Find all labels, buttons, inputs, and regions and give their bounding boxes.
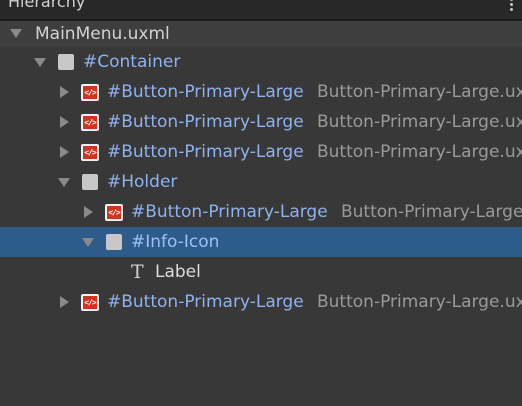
uxml-template-icon: </>: [81, 84, 99, 101]
tree-item-type: Button-Primary-Large.uxml: [317, 142, 522, 162]
visual-element-icon: [82, 174, 98, 190]
visual-element-icon: [106, 234, 122, 250]
uxml-template-icon: </>: [105, 204, 123, 221]
tree-row-button-2[interactable]: </> #Button-Primary-Large Button-Primary…: [0, 107, 522, 137]
foldout-arrow-icon[interactable]: [82, 197, 94, 227]
tree-item-label: MainMenu.uxml: [35, 24, 170, 44]
foldout-arrow-icon[interactable]: [34, 47, 46, 77]
tree-item-label: #Button-Primary-Large: [107, 292, 304, 312]
tree-item-label: #Holder: [107, 172, 178, 192]
uxml-template-icon: </>: [81, 294, 99, 311]
tree-row-info-icon[interactable]: #Info-Icon: [0, 227, 522, 257]
foldout-arrow-icon[interactable]: [58, 137, 70, 167]
tree-item-label: #Button-Primary-Large: [107, 112, 304, 132]
tree-row-button-5[interactable]: </> #Button-Primary-Large Button-Primary…: [0, 287, 522, 317]
tree-row-label[interactable]: T Label: [0, 257, 522, 287]
panel-header: Hierarchy: [0, 0, 522, 19]
hierarchy-tree: MainMenu.uxml #Container </> #Button-Pri…: [0, 21, 522, 317]
foldout-arrow-icon[interactable]: [82, 227, 94, 257]
tree-item-type: Button-Primary-Large.uxml: [317, 292, 522, 312]
tree-item-label: #Button-Primary-Large: [107, 142, 304, 162]
tree-item-type: Button-Primary-Large.uxml: [341, 202, 522, 222]
panel-title: Hierarchy: [8, 0, 86, 11]
visual-element-icon: [58, 54, 74, 70]
tree-row-button-1[interactable]: </> #Button-Primary-Large Button-Primary…: [0, 77, 522, 107]
tree-item-label: #Container: [83, 52, 181, 72]
foldout-arrow-icon[interactable]: [58, 107, 70, 137]
tree-item-label: #Info-Icon: [131, 232, 220, 252]
tree-item-label: #Button-Primary-Large: [131, 202, 328, 222]
foldout-arrow-icon[interactable]: [58, 287, 70, 317]
tree-row-button-3[interactable]: </> #Button-Primary-Large Button-Primary…: [0, 137, 522, 167]
tree-row-button-4[interactable]: </> #Button-Primary-Large Button-Primary…: [0, 197, 522, 227]
tree-item-label: #Button-Primary-Large: [107, 82, 304, 102]
tree-row-container[interactable]: #Container: [0, 47, 522, 77]
uxml-template-icon: </>: [81, 144, 99, 161]
uxml-template-icon: </>: [81, 114, 99, 131]
text-element-icon: T: [131, 261, 144, 283]
hierarchy-panel: Hierarchy MainMenu.uxml #Container </> #…: [0, 0, 522, 406]
foldout-arrow-icon[interactable]: [10, 21, 22, 47]
tree-item-type: Button-Primary-Large.uxml: [317, 112, 522, 132]
foldout-arrow-icon[interactable]: [58, 167, 70, 197]
tree-item-type: Button-Primary-Large.uxml: [317, 82, 522, 102]
tree-row-root[interactable]: MainMenu.uxml: [0, 21, 522, 47]
tree-item-label: Label: [155, 262, 201, 282]
foldout-arrow-icon[interactable]: [58, 77, 70, 107]
tree-row-holder[interactable]: #Holder: [0, 167, 522, 197]
kebab-menu-icon[interactable]: [510, 0, 514, 12]
